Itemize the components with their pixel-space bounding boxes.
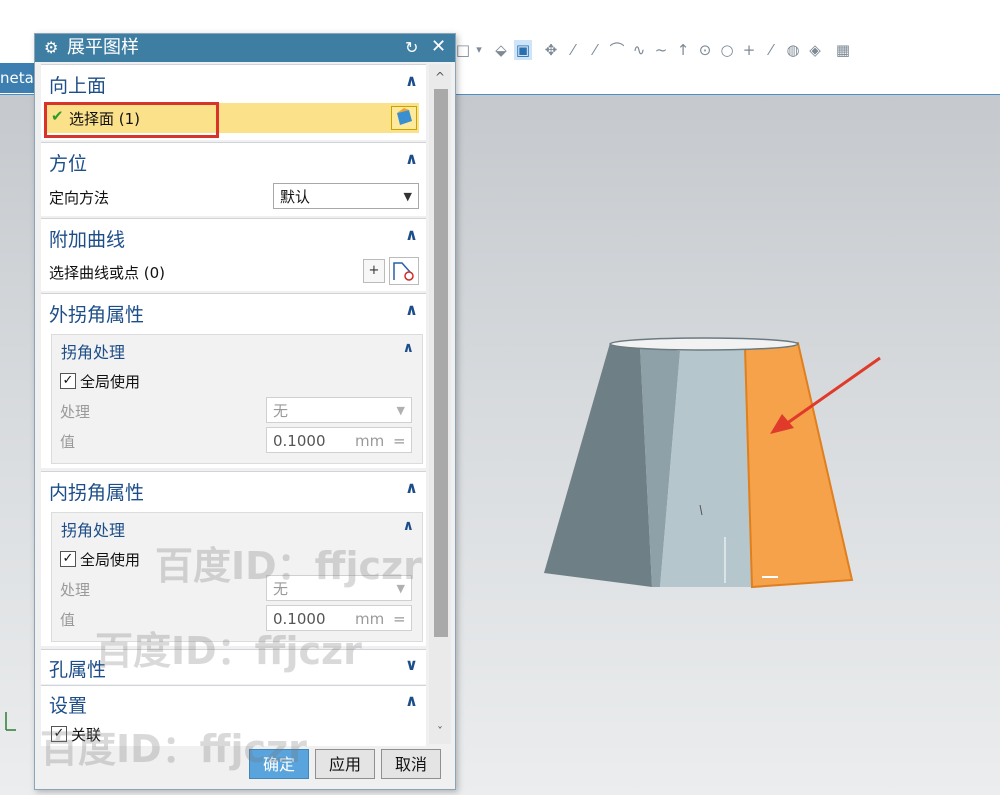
inner-global-use-label: 全局使用	[80, 551, 141, 569]
shaded-body-icon[interactable]: ⬙	[492, 40, 510, 60]
apply-button[interactable]: 应用	[315, 749, 375, 779]
sheet-icon[interactable]: ◈	[806, 40, 824, 60]
inner-value-input[interactable]: 0.1000 mm =	[266, 605, 412, 631]
model-face-left[interactable]	[544, 343, 652, 587]
collapse-icon[interactable]: ∧	[403, 518, 414, 534]
reset-icon[interactable]: ↻	[405, 38, 418, 57]
line-icon[interactable]: ⁄	[564, 40, 582, 60]
tab-left[interactable]: neta	[0, 63, 36, 93]
expand-icon[interactable]: ∨	[405, 655, 418, 674]
section-title-additional-curves: 附加曲线	[49, 229, 126, 251]
outer-value-input[interactable]: 0.1000 mm =	[266, 427, 412, 453]
spline-icon[interactable]: ∿	[630, 40, 648, 60]
circle-icon[interactable]: ○	[718, 40, 736, 60]
associative-label: 关联	[71, 726, 102, 744]
chevron-down-icon: ▼	[396, 582, 405, 595]
face-select-icon[interactable]	[391, 106, 417, 130]
orientation-method-select[interactable]: 默认 ▼	[273, 183, 419, 209]
axis-triad	[2, 712, 22, 742]
selection-highlight-box	[44, 102, 219, 138]
dialog-title-bar[interactable]: ⚙ 展平图样 ↻ ✕	[35, 34, 455, 62]
cube-icon[interactable]: ▣	[514, 40, 532, 60]
section-title-inner-corner: 内拐角属性	[49, 482, 145, 504]
outer-treatment-value: 无	[273, 402, 289, 420]
scroll-down-icon[interactable]: ˇ	[429, 722, 451, 742]
curve-select-icon[interactable]	[389, 257, 419, 285]
collapse-icon[interactable]: ∧	[405, 225, 418, 244]
model-top-rim	[609, 337, 799, 351]
toolbar: □ ▾ ⬙ ▣ ✥ ⁄ ⁄ ⌒ ∿ ~ ↑ ⊙ ○ + ⁄ ◍ ◈ ▦	[452, 36, 1000, 64]
move-icon[interactable]: ✥	[542, 40, 560, 60]
section-title-upward-face: 向上面	[49, 75, 107, 97]
point-dialog-icon[interactable]: +	[363, 259, 385, 283]
annotation-arrow	[770, 356, 881, 434]
select-curve-label: 选择曲线或点 (0)	[49, 264, 166, 282]
section-title-settings: 设置	[49, 695, 88, 717]
collapse-icon[interactable]: ∧	[405, 71, 418, 90]
outer-corner-treatment-group: 拐角处理 ∧ ✓ 全局使用 处理 无 ▼ 值 0.1000 mm =	[51, 334, 423, 464]
section-title-hole: 孔属性	[49, 659, 107, 681]
section-inner-corner: 内拐角属性 ∧ 拐角处理 ∧ ✓ 全局使用 处理 无 ▼ 值 0.1000 mm …	[41, 471, 426, 646]
close-icon[interactable]: ✕	[431, 36, 446, 57]
inner-corner-treatment-group: 拐角处理 ∧ ✓ 全局使用 处理 无 ▼ 值 0.1000 mm =	[51, 512, 423, 642]
face-icon[interactable]: ◍	[784, 40, 802, 60]
section-hole: 孔属性 ∨	[41, 649, 426, 684]
flatten-pattern-dialog: ⚙ 展平图样 ↻ ✕ ^ ˇ 向上面 ∧ ✔ 选择面 (1) 方位 ∧ 定向方法…	[34, 33, 456, 790]
collapse-icon[interactable]: ∧	[405, 478, 418, 497]
line3-icon[interactable]: ⁄	[762, 40, 780, 60]
outer-treatment-select[interactable]: 无 ▼	[266, 397, 412, 423]
section-title-outer-corner: 外拐角属性	[49, 304, 145, 326]
outer-value-label: 值	[60, 433, 76, 451]
outer-global-use-label: 全局使用	[80, 373, 141, 391]
plus-icon[interactable]: +	[740, 40, 758, 60]
grid-icon[interactable]: ▦	[834, 40, 852, 60]
chevron-down-icon: ▼	[396, 404, 405, 417]
outer-value-text: 0.1000	[273, 432, 326, 450]
outer-corner-subtitle: 拐角处理	[61, 343, 126, 362]
circle-dot-icon[interactable]: ⊙	[696, 40, 714, 60]
outer-treatment-label: 处理	[60, 403, 91, 421]
inner-value-text: 0.1000	[273, 610, 326, 628]
inner-treatment-select[interactable]: 无 ▼	[266, 575, 412, 601]
dialog-title: 展平图样	[67, 37, 139, 58]
gear-icon[interactable]: ⚙	[44, 38, 58, 57]
inner-treatment-value: 无	[273, 580, 289, 598]
outer-value-unit: mm	[355, 432, 385, 450]
section-title-orientation: 方位	[49, 153, 88, 175]
curve-icon[interactable]: ⌒	[608, 40, 626, 60]
outer-value-eq[interactable]: =	[393, 428, 406, 454]
inner-value-label: 值	[60, 611, 76, 629]
collapse-icon[interactable]: ∧	[403, 340, 414, 356]
line2-icon[interactable]: ⁄	[586, 40, 604, 60]
associative-checkbox[interactable]: ✓	[51, 726, 67, 742]
inner-treatment-label: 处理	[60, 581, 91, 599]
inner-global-use-checkbox[interactable]: ✓	[60, 551, 76, 567]
arrow-up-icon[interactable]: ↑	[674, 40, 692, 60]
scroll-up-icon[interactable]: ^	[429, 67, 451, 87]
section-outer-corner: 外拐角属性 ∧ 拐角处理 ∧ ✓ 全局使用 处理 无 ▼ 值 0.1000 mm …	[41, 293, 426, 468]
inner-corner-subtitle: 拐角处理	[61, 521, 126, 540]
dropdown-arrow-icon[interactable]: ▾	[470, 40, 488, 60]
collapse-icon[interactable]: ∧	[405, 300, 418, 319]
orientation-method-label: 定向方法	[49, 189, 110, 207]
orientation-method-value: 默认	[280, 188, 311, 206]
section-upward-face: 向上面 ∧ ✔ 选择面 (1)	[41, 64, 426, 140]
inner-value-eq[interactable]: =	[393, 606, 406, 632]
inner-value-unit: mm	[355, 610, 385, 628]
wave-icon[interactable]: ~	[652, 40, 670, 60]
top-strip	[0, 0, 1000, 33]
section-settings: 设置 ∧ ✓ 关联	[41, 685, 426, 746]
cancel-button[interactable]: 取消	[381, 749, 441, 779]
chevron-down-icon: ▼	[403, 190, 412, 203]
ok-button[interactable]: 确定	[249, 749, 309, 779]
section-orientation: 方位 ∧ 定向方法 默认 ▼	[41, 142, 426, 216]
scrollbar-thumb[interactable]	[434, 89, 448, 637]
outer-global-use-checkbox[interactable]: ✓	[60, 373, 76, 389]
collapse-icon[interactable]: ∧	[405, 691, 418, 710]
collapse-icon[interactable]: ∧	[405, 149, 418, 168]
section-additional-curves: 附加曲线 ∧ 选择曲线或点 (0) +	[41, 218, 426, 291]
